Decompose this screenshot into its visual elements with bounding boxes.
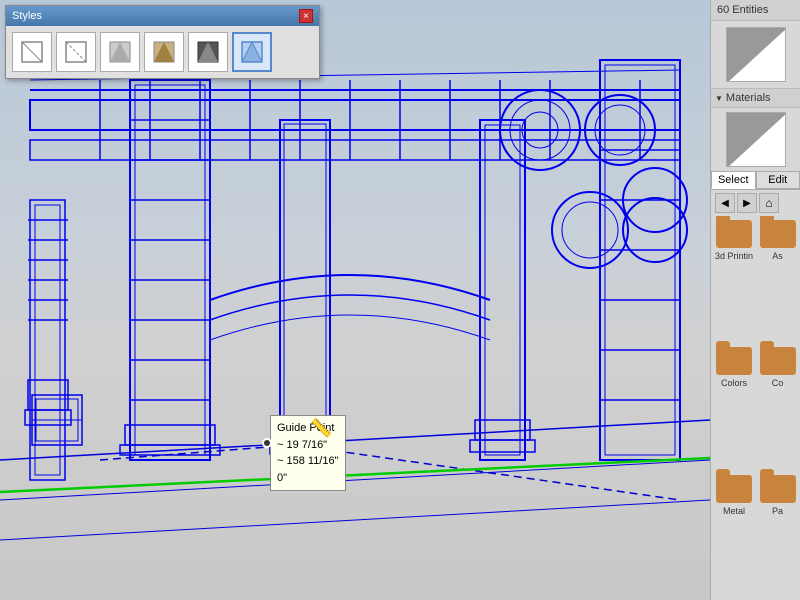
material-item-as[interactable]: As: [757, 218, 798, 343]
materials-label: Materials: [726, 92, 771, 104]
styles-close-button[interactable]: ×: [299, 9, 313, 23]
material-nav: ◀ ▶ ⌂: [711, 190, 800, 216]
shaded-texture-style-button[interactable]: [144, 32, 184, 72]
styles-window: Styles ×: [5, 5, 320, 79]
material-item-3dprinting[interactable]: 3d Printin: [713, 218, 755, 343]
guide-tooltip: Guide Point ~ 19 7/16" ~ 158 11/16" 0": [270, 415, 346, 491]
entity-preview: [726, 27, 786, 82]
material-item-co[interactable]: Co: [757, 345, 798, 470]
material-grid: 3d Printin As Colors Co: [711, 216, 800, 600]
folder-icon-co: [760, 347, 796, 377]
styles-title: Styles: [12, 10, 42, 22]
material-preview: [726, 112, 786, 167]
material-label-colors: Colors: [721, 378, 747, 388]
material-label-3dprinting: 3d Printin: [715, 251, 753, 261]
entities-count: 60 Entities: [717, 4, 768, 16]
tape-measure-icon: 📏: [310, 418, 332, 439]
guide-line3: 0": [277, 470, 339, 487]
tab-select[interactable]: Select: [711, 171, 756, 189]
xray-style-button[interactable]: [232, 32, 272, 72]
right-panel: 60 Entities ▼ Materials Select Edit ◀: [710, 0, 800, 600]
folder-icon-as: [760, 220, 796, 250]
material-label-metal: Metal: [723, 506, 745, 516]
material-item-pa[interactable]: Pa: [757, 473, 798, 598]
folder-icon-colors: [716, 347, 752, 377]
shaded-style-button[interactable]: [100, 32, 140, 72]
wireframe-scene: [0, 0, 710, 600]
preview-triangle: [727, 28, 786, 82]
monochrome-style-button[interactable]: [188, 32, 228, 72]
tab-edit[interactable]: Edit: [756, 171, 800, 189]
materials-section-header: ▼ Materials: [711, 88, 800, 108]
material-item-metal[interactable]: Metal: [713, 473, 755, 598]
material-tabs: Select Edit: [711, 171, 800, 190]
guide-point-dot: [262, 438, 272, 448]
wireframe-style-button[interactable]: [12, 32, 52, 72]
entities-header: 60 Entities: [711, 0, 800, 21]
viewport[interactable]: 📏 Guide Point ~ 19 7/16" ~ 158 11/16" 0"…: [0, 0, 710, 600]
folder-icon-pa: [760, 475, 796, 505]
app-container: 📏 Guide Point ~ 19 7/16" ~ 158 11/16" 0"…: [0, 0, 800, 600]
folder-icon-3dprinting: [716, 220, 752, 250]
nav-forward-button[interactable]: ▶: [737, 193, 757, 213]
nav-home-button[interactable]: ⌂: [759, 193, 779, 213]
folder-icon-metal: [716, 475, 752, 505]
material-label-pa: Pa: [772, 506, 783, 516]
material-preview-triangle: [727, 113, 786, 167]
guide-line2: ~ 158 11/16": [277, 453, 339, 470]
hidden-line-style-button[interactable]: [56, 32, 96, 72]
material-item-colors[interactable]: Colors: [713, 345, 755, 470]
material-label-co: Co: [772, 378, 784, 388]
styles-icons-toolbar: [6, 26, 319, 78]
collapse-arrow: ▼: [715, 94, 723, 103]
material-label-as: As: [772, 251, 783, 261]
nav-back-button[interactable]: ◀: [715, 193, 735, 213]
styles-titlebar: Styles ×: [6, 6, 319, 26]
